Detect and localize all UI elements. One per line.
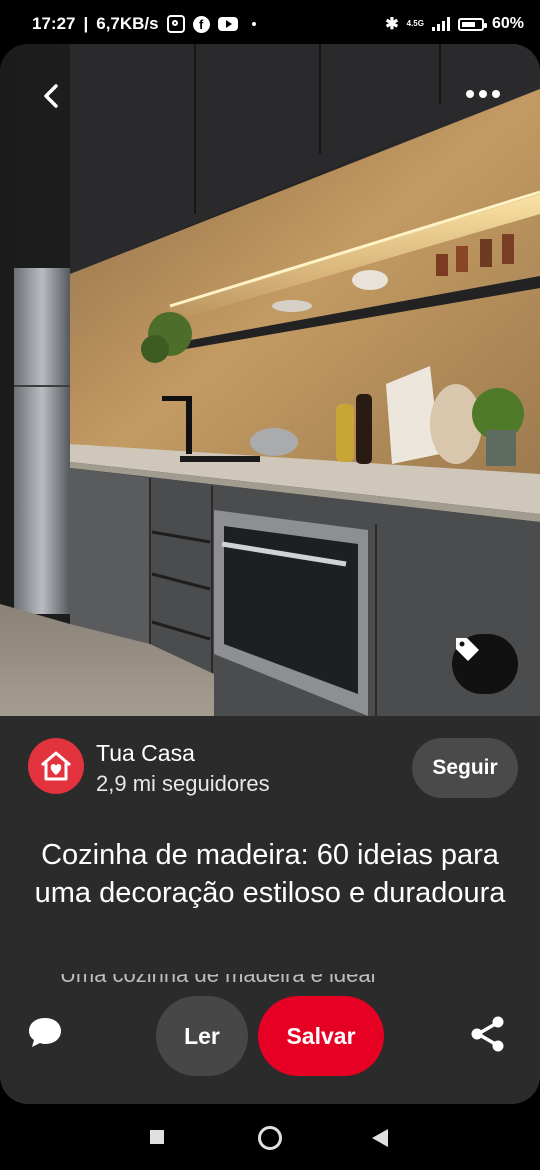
battery-level: 60% — [491, 15, 524, 32]
product-tag-button[interactable] — [452, 634, 518, 694]
pin-title: Cozinha de madeira: 60 ideias para uma d… — [34, 839, 506, 909]
pin-image[interactable] — [0, 44, 540, 716]
tag-icon — [456, 638, 479, 661]
read-button[interactable]: Ler — [156, 996, 248, 1076]
comment-button[interactable] — [26, 1014, 64, 1052]
back-button[interactable] — [36, 80, 68, 112]
status-speed: 6,7KB/s — [96, 14, 159, 33]
system-nav-bar — [0, 1104, 540, 1170]
creator-name[interactable]: Tua Casa — [96, 740, 195, 767]
signal-icon — [431, 17, 450, 31]
home-button[interactable] — [258, 1126, 282, 1150]
share-icon — [471, 1016, 504, 1052]
status-separator: | — [83, 14, 89, 33]
more-dot-icon — [479, 90, 487, 98]
speech-bubble-icon — [29, 1018, 61, 1047]
status-left: 17:27 | 6,7KB/s f — [32, 14, 256, 34]
status-right: ✱ 4.5G 60% — [385, 14, 524, 34]
pin-card: Tua Casa 2,9 mi seguidores Seguir Cozinh… — [0, 44, 540, 1104]
more-dot-icon — [466, 90, 474, 98]
pin-description-peek: Uma cozinha de madeira é ideal — [60, 974, 480, 988]
follow-button[interactable]: Seguir — [412, 738, 518, 798]
house-heart-icon — [41, 751, 71, 781]
facebook-icon: f — [192, 15, 210, 33]
youtube-icon — [217, 17, 238, 31]
creator-avatar[interactable] — [28, 738, 84, 794]
instagram-icon — [166, 15, 185, 33]
follower-count: 2,9 mi seguidores — [96, 771, 270, 796]
notification-dot-icon — [251, 22, 256, 26]
network-type: 4.5G — [406, 19, 424, 28]
system-back-button[interactable] — [372, 1129, 388, 1147]
pin-description-text: Uma cozinha de madeira é ideal — [60, 974, 376, 987]
status-time: 17:27 — [32, 14, 76, 33]
status-bar: 17:27 | 6,7KB/s f ✱ 4.5G 60% — [0, 0, 540, 48]
bluetooth-icon: ✱ — [385, 16, 399, 33]
chevron-left-icon — [44, 84, 58, 108]
kitchen-photo — [0, 44, 540, 716]
battery-icon — [457, 17, 487, 31]
recent-apps-button[interactable] — [150, 1130, 164, 1144]
more-dot-icon — [492, 90, 500, 98]
more-options-button[interactable] — [466, 86, 506, 102]
share-button[interactable] — [468, 1014, 508, 1054]
save-button[interactable]: Salvar — [258, 996, 384, 1076]
